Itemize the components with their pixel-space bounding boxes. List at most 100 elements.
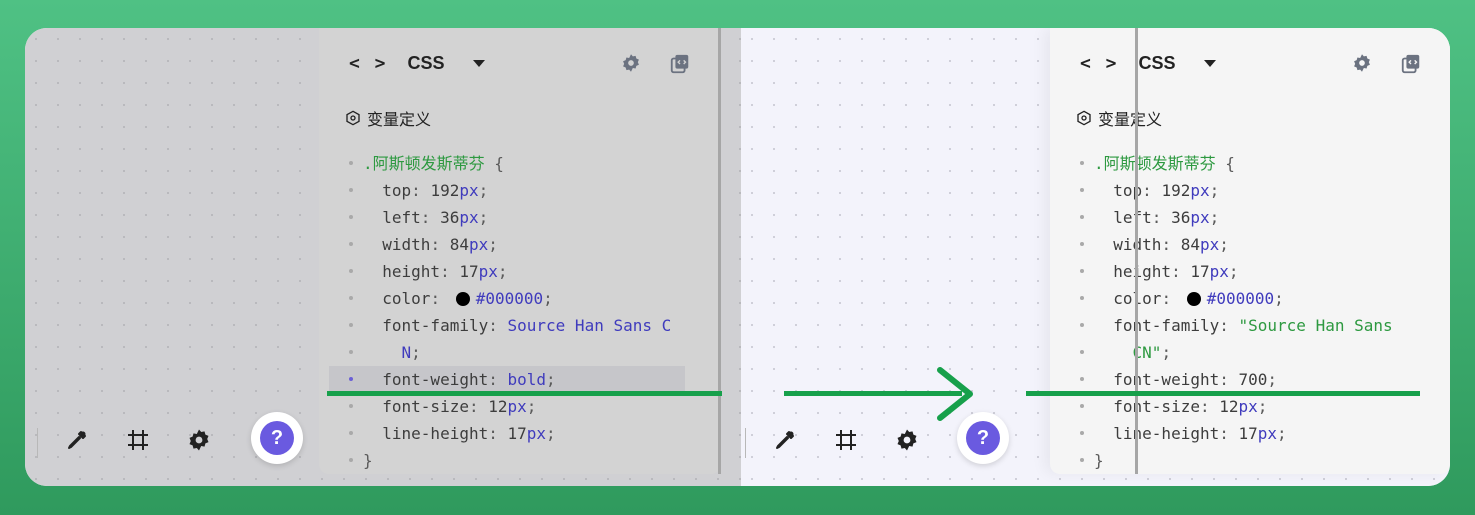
annotation-line-before (327, 391, 722, 396)
code-line: left: 36px; (349, 204, 671, 231)
code-line: } (349, 447, 671, 474)
property-name: color (1094, 289, 1162, 308)
line-marker (1080, 323, 1084, 327)
gear-icon (1354, 54, 1370, 72)
frame-icon (836, 430, 856, 450)
variables-row[interactable]: 变量定义 (345, 106, 431, 130)
panel-header: < > CSS (1080, 50, 1216, 76)
line-marker (1080, 431, 1084, 435)
code-line: } (1080, 447, 1393, 474)
eyedropper-icon (776, 431, 794, 449)
line-marker (349, 296, 353, 300)
code-line: font-size: 12px; (349, 393, 671, 420)
variables-label: 变量定义 (1098, 110, 1163, 129)
scrollbar[interactable] (1135, 28, 1138, 474)
gear-icon (623, 54, 639, 72)
code-line: line-height: 17px; (349, 420, 671, 447)
property-name: left (1094, 208, 1152, 227)
code-line: width: 84px; (349, 231, 671, 258)
code-line: CN"; (1080, 339, 1393, 366)
line-marker (349, 269, 353, 273)
language-dropdown-caret[interactable] (472, 59, 485, 67)
property-value: bold (507, 370, 547, 389)
line-marker (349, 404, 353, 408)
colon: : (488, 316, 508, 335)
css-panel-before: < > CSS 变量定义 .阿斯顿发斯蒂芬 { top: 192px; left… (319, 28, 721, 474)
property-value: 700 (1238, 370, 1268, 389)
property-number: 12 (488, 397, 508, 416)
semicolon: ; (1209, 208, 1220, 227)
eyedropper-button[interactable] (63, 426, 91, 454)
copy-code-button[interactable] (1400, 53, 1422, 79)
brace: } (1094, 451, 1104, 470)
code-line: font-weight: 700; (1080, 366, 1393, 393)
line-marker (349, 242, 353, 246)
code-line: font-size: 12px; (1080, 393, 1393, 420)
eyedropper-button[interactable] (771, 426, 799, 454)
colon: : (411, 181, 431, 200)
property-number: 17 (1190, 262, 1210, 281)
after-pane: ? < > CSS 变量定义 .阿斯顿发斯蒂芬 { top: 192px; le… (741, 28, 1450, 486)
help-icon: ? (966, 421, 1000, 455)
property-name: font-weight (363, 370, 489, 389)
selector: .阿斯顿发斯蒂芬 (1094, 154, 1226, 173)
semicolon: ; (1161, 343, 1172, 362)
css-panel-after: < > CSS 变量定义 .阿斯顿发斯蒂芬 { top: 192px; left… (1050, 28, 1450, 474)
comparison-frame: ? < > CSS 变量定义 .阿斯顿发斯蒂芬 { top: 192px; le… (25, 28, 1450, 486)
property-name: height (1094, 262, 1172, 281)
property-unit: px (478, 262, 498, 281)
toolbar-divider (37, 428, 38, 458)
help-icon: ? (260, 421, 294, 455)
language-dropdown-caret[interactable] (1203, 59, 1216, 67)
code-line: top: 192px; (349, 177, 671, 204)
property-name: font-weight (1094, 370, 1220, 389)
settings-button[interactable] (185, 426, 213, 454)
semicolon: ; (1267, 370, 1278, 389)
line-marker (1080, 350, 1084, 354)
semicolon: ; (478, 208, 489, 227)
annotation-line-after (1026, 391, 1420, 396)
property-number: 192 (430, 181, 460, 200)
settings-button[interactable] (893, 426, 921, 454)
colon: : (440, 262, 460, 281)
code-line: N; (349, 339, 671, 366)
code-line: width: 84px; (1080, 231, 1393, 258)
colon: : (430, 235, 450, 254)
line-marker (1080, 458, 1084, 462)
panel-settings-button[interactable] (1352, 53, 1372, 77)
frame-tool-button[interactable] (832, 426, 860, 454)
property-unit: px (1190, 208, 1210, 227)
frame-tool-button[interactable] (124, 426, 152, 454)
line-marker (349, 161, 353, 165)
code-line: color: #000000; (349, 285, 671, 312)
property-name: font-size (363, 397, 469, 416)
code-icon: < > (1080, 52, 1119, 74)
variables-row[interactable]: 变量定义 (1076, 106, 1162, 130)
property-name: width (363, 235, 431, 254)
code-line: color: #000000; (1080, 285, 1393, 312)
panel-settings-button[interactable] (621, 53, 641, 77)
scrollbar[interactable] (718, 28, 721, 474)
semicolon: ; (1228, 262, 1239, 281)
brace: { (494, 154, 504, 173)
property-value: #000000 (1206, 289, 1275, 308)
hexagon-icon (346, 110, 360, 126)
code-block: .阿斯顿发斯蒂芬 { top: 192px; left: 36px; width… (1080, 150, 1393, 474)
property-number: 17 (1238, 424, 1258, 443)
hexagon-icon (1077, 110, 1091, 126)
code-line: font-weight: bold; (329, 366, 686, 393)
property-unit: px (468, 235, 489, 254)
line-marker (349, 377, 353, 381)
gear-icon (189, 429, 209, 451)
colon: : (420, 208, 441, 227)
language-label: CSS (1138, 52, 1176, 73)
property-name: top (363, 181, 412, 200)
code-line: top: 192px; (1080, 177, 1393, 204)
semicolon: ; (1257, 397, 1268, 416)
help-button[interactable]: ? (251, 412, 303, 464)
semicolon: ; (546, 370, 556, 389)
line-marker (349, 188, 353, 192)
property-value: CN" (1094, 343, 1162, 362)
variables-label: 变量定义 (367, 110, 432, 129)
copy-code-button[interactable] (669, 53, 691, 79)
